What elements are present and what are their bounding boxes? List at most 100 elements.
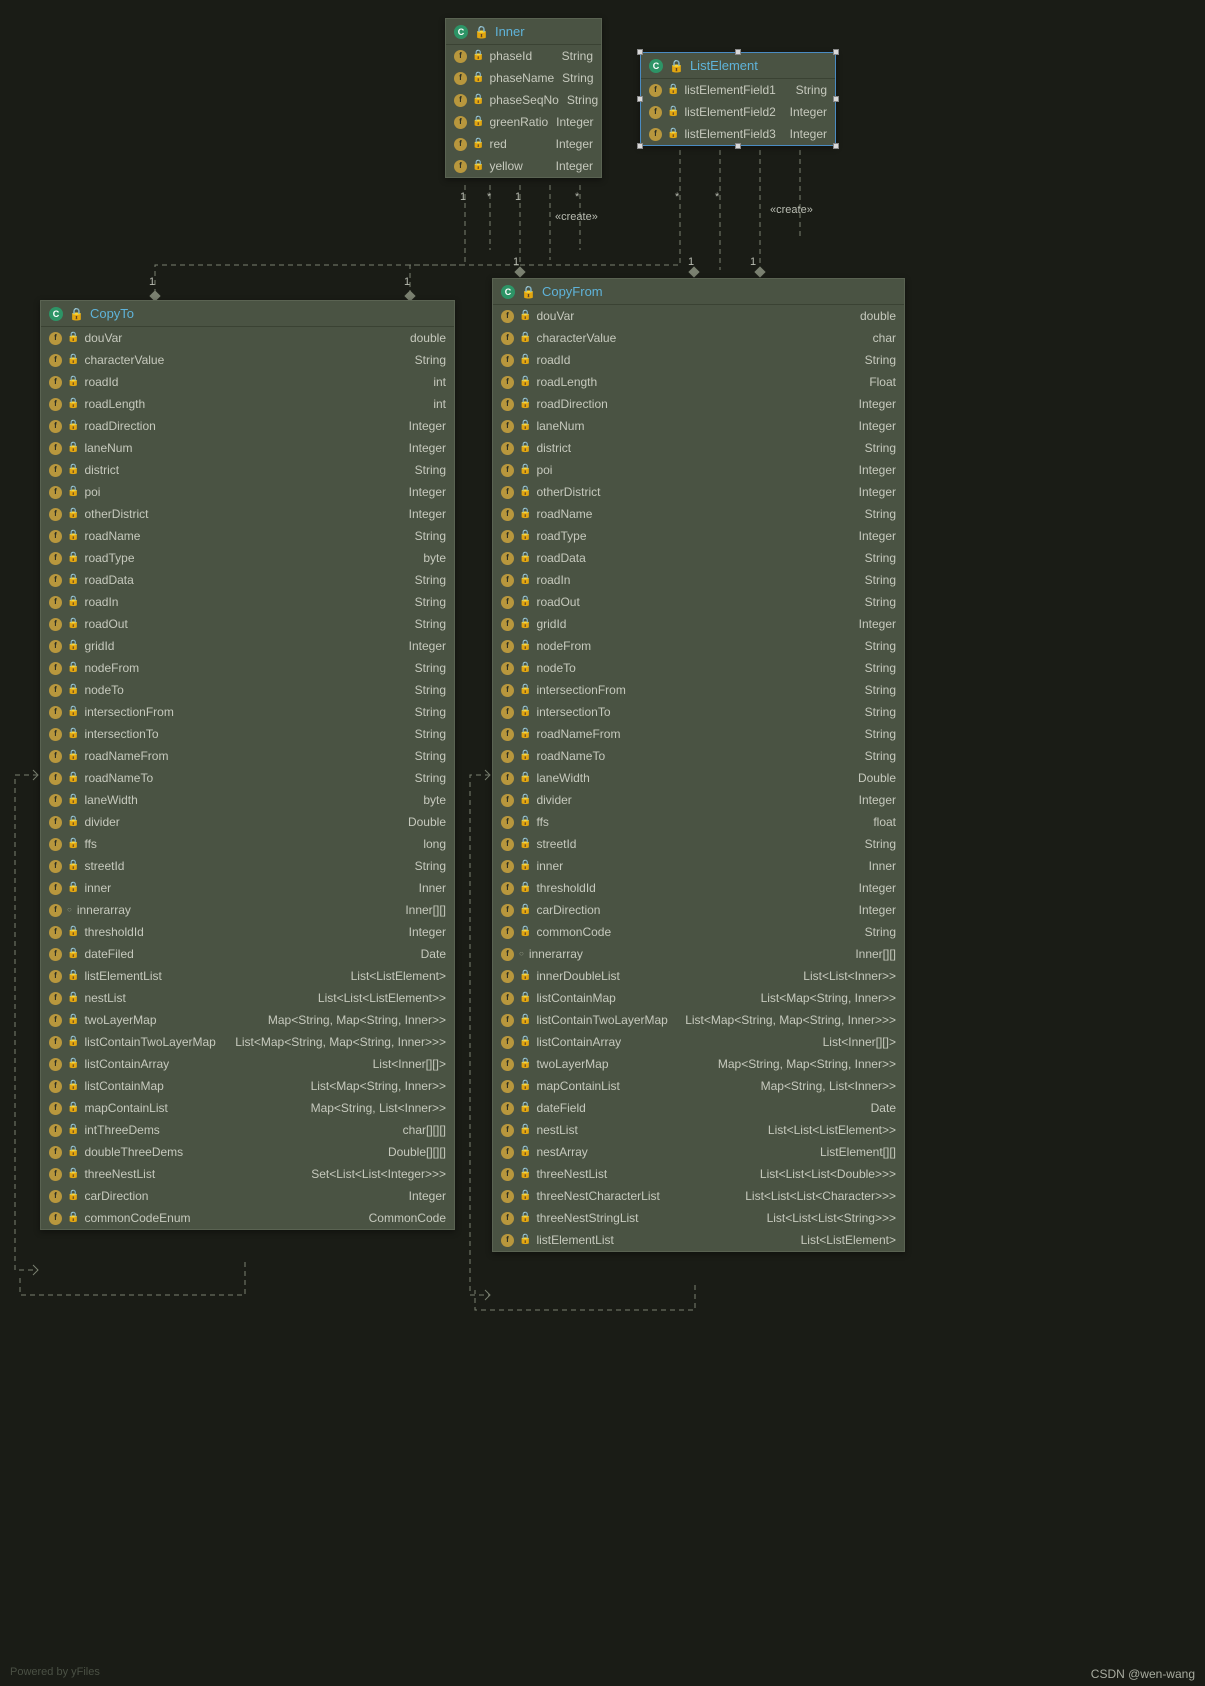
field-name: listElementField2	[684, 103, 775, 121]
field-row: f🔒characterValuechar	[493, 327, 904, 349]
lock-icon: 🔒	[519, 1121, 531, 1139]
field-icon: f	[501, 728, 514, 741]
lock-icon: 🔒	[472, 91, 484, 109]
field-type: String	[857, 703, 896, 721]
field-row: f○innerarrayInner[][]	[41, 899, 454, 921]
field-icon: f	[49, 420, 62, 433]
field-name: thresholdId	[536, 879, 595, 897]
field-icon: f	[49, 794, 62, 807]
field-type: String	[407, 769, 446, 787]
lock-icon: 🔒	[519, 1099, 531, 1117]
field-icon: f	[501, 552, 514, 565]
lock-icon: 🔒	[67, 439, 79, 457]
package-icon: 🔒	[69, 307, 84, 321]
field-row: f🔒roadNameFromString	[41, 745, 454, 767]
field-icon: f	[649, 106, 662, 119]
lock-icon: 🔒	[67, 1121, 79, 1139]
class-listelement[interactable]: C 🔒 ListElement f🔒listElementField1Strin…	[640, 52, 836, 146]
field-name: intersectionTo	[536, 703, 610, 721]
class-copyto[interactable]: C 🔒 CopyTo f🔒douVardoublef🔒characterValu…	[40, 300, 455, 1230]
field-row: f🔒otherDistrictInteger	[41, 503, 454, 525]
field-type: Double	[850, 769, 896, 787]
field-name: otherDistrict	[84, 505, 148, 523]
field-row: f🔒laneWidthDouble	[493, 767, 904, 789]
lock-icon: 🔒	[519, 1033, 531, 1051]
field-type: byte	[415, 549, 446, 567]
lock-icon: 🔒	[67, 373, 79, 391]
field-icon: f	[49, 1080, 62, 1093]
field-row: f🔒carDirectionInteger	[493, 899, 904, 921]
field-row: f🔒roadDirectionInteger	[493, 393, 904, 415]
field-row: f🔒laneWidthbyte	[41, 789, 454, 811]
field-row: f🔒intThreeDemschar[][][]	[41, 1119, 454, 1141]
field-type: Inner	[411, 879, 446, 897]
field-name: roadNameFrom	[84, 747, 168, 765]
field-icon: f	[49, 508, 62, 521]
field-type: String	[857, 637, 896, 655]
field-name: phaseSeqNo	[489, 91, 558, 109]
field-type: String	[857, 549, 896, 567]
field-type: Float	[861, 373, 896, 391]
class-copyfrom[interactable]: C 🔒 CopyFrom f🔒douVardoublef🔒characterVa…	[492, 278, 905, 1252]
field-row: f🔒mapContainListMap<String, List<Inner>>	[41, 1097, 454, 1119]
svg-text:*: *	[675, 191, 680, 203]
field-icon: f	[501, 1190, 514, 1203]
field-type: Map<String, Map<String, Inner>>	[260, 1011, 446, 1029]
lock-icon: 🔒	[67, 527, 79, 545]
field-row: f🔒laneNumInteger	[41, 437, 454, 459]
field-row: f🔒threeNestCharacterListList<List<List<C…	[493, 1185, 904, 1207]
lock-icon: 🔒	[67, 791, 79, 809]
field-icon: f	[49, 1146, 62, 1159]
lock-icon: 🔒	[519, 1231, 531, 1249]
field-row: f🔒thresholdIdInteger	[41, 921, 454, 943]
lock-icon: 🔒	[67, 769, 79, 787]
field-icon: f	[501, 970, 514, 983]
field-icon: f	[501, 1080, 514, 1093]
field-icon: f	[49, 684, 62, 697]
field-row: f🔒threeNestListList<List<List<Double>>>	[493, 1163, 904, 1185]
field-name: nodeFrom	[536, 637, 591, 655]
field-icon: f	[501, 948, 514, 961]
lock-icon: 🔒	[67, 659, 79, 677]
field-type: String	[857, 835, 896, 853]
field-icon: f	[49, 1168, 62, 1181]
lock-icon: 🔒	[67, 703, 79, 721]
field-name: intersectionFrom	[84, 703, 173, 721]
field-type: List<Inner[][]>	[365, 1055, 446, 1073]
lock-icon: 🔒	[519, 725, 531, 743]
field-name: phaseId	[489, 47, 532, 65]
lock-icon: 🔒	[519, 1055, 531, 1073]
lock-icon: 🔒	[67, 1077, 79, 1095]
lock-icon: 🔒	[519, 461, 531, 479]
field-name: threeNestStringList	[536, 1209, 638, 1227]
field-type: List<Map<String, Map<String, Inner>>>	[227, 1033, 446, 1051]
field-name: carDirection	[536, 901, 600, 919]
field-row: f🔒roadOutString	[41, 613, 454, 635]
lock-icon: 🔒	[67, 989, 79, 1007]
field-name: nodeTo	[84, 681, 123, 699]
field-icon: f	[501, 1058, 514, 1071]
class-inner[interactable]: C 🔒 Inner f🔒phaseIdStringf🔒phaseNameStri…	[445, 18, 602, 178]
lock-icon: 🔒	[519, 1187, 531, 1205]
field-row: f🔒streetIdString	[493, 833, 904, 855]
field-row: f🔒listElementField3Integer	[641, 123, 835, 145]
field-row: f🔒listContainTwoLayerMapList<Map<String,…	[41, 1031, 454, 1053]
field-type: String	[407, 857, 446, 875]
field-type: Integer	[401, 637, 446, 655]
field-name: twoLayerMap	[84, 1011, 156, 1029]
field-type: Integer	[401, 1187, 446, 1205]
svg-text:*: *	[575, 191, 580, 203]
field-row: f🔒listContainArrayList<Inner[][]>	[493, 1031, 904, 1053]
field-name: ffs	[84, 835, 96, 853]
lock-icon: 🔒	[472, 113, 484, 131]
field-name: divider	[536, 791, 571, 809]
field-icon: f	[49, 442, 62, 455]
field-row: f🔒phaseSeqNoString	[446, 89, 601, 111]
field-type: String	[857, 571, 896, 589]
field-row: f🔒doubleThreeDemsDouble[][][]	[41, 1141, 454, 1163]
field-row: f🔒threeNestListSet<List<List<Integer>>>	[41, 1163, 454, 1185]
field-row: f🔒streetIdString	[41, 855, 454, 877]
package-icon: 🔒	[669, 59, 684, 73]
field-name: listContainMap	[536, 989, 615, 1007]
field-icon: f	[501, 1124, 514, 1137]
